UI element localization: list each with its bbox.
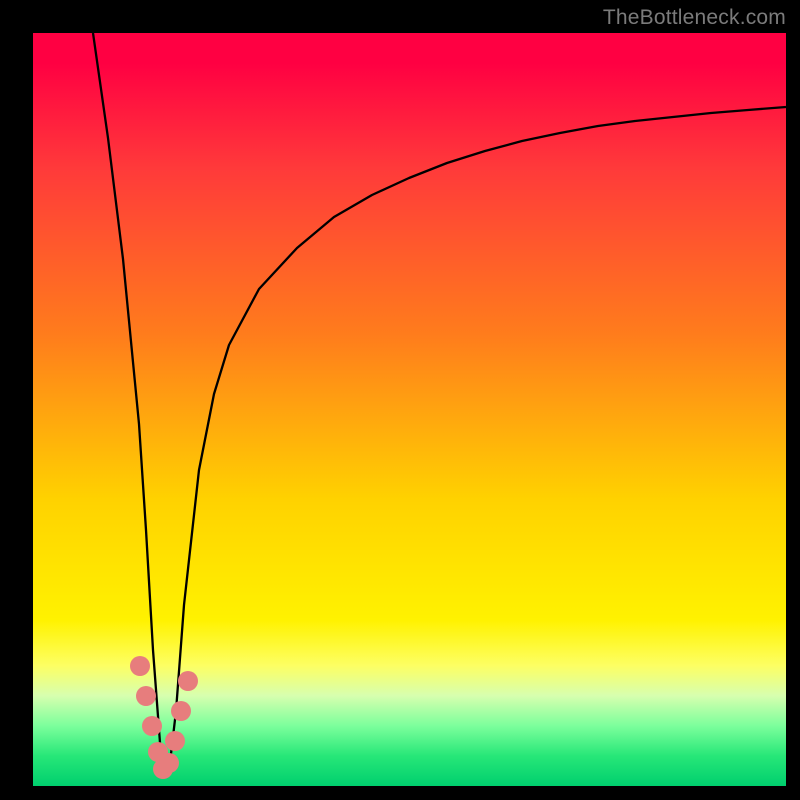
- marker-point: [130, 656, 150, 676]
- chart-frame: TheBottleneck.com: [0, 0, 800, 800]
- marker-point: [136, 686, 156, 706]
- marker-cluster: [130, 656, 198, 779]
- curve-layer: [33, 33, 786, 786]
- plot-area: [33, 33, 786, 786]
- watermark-text: TheBottleneck.com: [603, 6, 786, 30]
- marker-point: [142, 716, 162, 736]
- bottleneck-curve: [93, 33, 786, 771]
- marker-point: [171, 701, 191, 721]
- marker-point: [165, 731, 185, 751]
- marker-point: [159, 753, 179, 773]
- marker-point: [178, 671, 198, 691]
